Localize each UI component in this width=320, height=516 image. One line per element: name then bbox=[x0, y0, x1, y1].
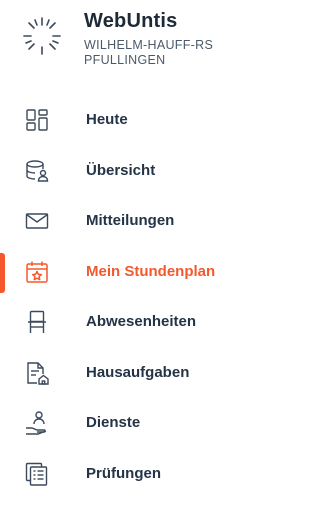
nav-item-pruefungen[interactable]: Prüfungen bbox=[0, 449, 300, 500]
nav-item-label: Prüfungen bbox=[86, 464, 161, 482]
school-name-line-1: WILHELM-HAUFF-RS bbox=[84, 38, 214, 52]
document-home-icon bbox=[24, 360, 50, 386]
app-header: WebUntis WILHELM-HAUFF-RS PFULLINGEN bbox=[0, 0, 300, 90]
nav-item-label: Abwesenheiten bbox=[86, 313, 197, 330]
app-title: WebUntis bbox=[84, 10, 178, 32]
exam-documents-icon bbox=[24, 461, 50, 487]
nav-item-dienste[interactable]: Dienste bbox=[0, 398, 300, 449]
active-indicator bbox=[0, 252, 5, 293]
grid-icon bbox=[24, 107, 50, 133]
nav-item-mein-stundenplan[interactable]: Mein Stundenplan bbox=[0, 247, 300, 298]
nav-item-label: Hausaufgaben bbox=[86, 363, 190, 381]
nav-item-mitteilungen[interactable]: Mitteilungen bbox=[0, 196, 300, 247]
nav-item-uebersicht[interactable]: Übersicht bbox=[0, 146, 300, 197]
sidebar-nav: Heute Übersicht Mitteilungen Mein Stunde… bbox=[0, 95, 300, 499]
envelope-icon bbox=[24, 208, 50, 234]
nav-item-label: Heute bbox=[86, 111, 128, 128]
webuntis-logo-icon bbox=[18, 12, 66, 60]
nav-item-abwesenheiten[interactable]: Abwesenheiten bbox=[0, 297, 300, 348]
school-name-line-2: PFULLINGEN bbox=[84, 53, 166, 67]
nav-item-label: Mein Stundenplan bbox=[86, 262, 216, 280]
nav-item-heute[interactable]: Heute bbox=[0, 95, 300, 146]
database-user-icon bbox=[24, 158, 50, 184]
person-hand-icon bbox=[24, 410, 50, 436]
chair-icon bbox=[24, 309, 50, 335]
calendar-star-icon bbox=[24, 259, 50, 285]
nav-item-hausaufgaben[interactable]: Hausaufgaben bbox=[0, 348, 300, 399]
nav-item-label: Dienste bbox=[86, 414, 141, 431]
nav-item-label: Mitteilungen bbox=[86, 212, 175, 229]
nav-item-label: Übersicht bbox=[86, 161, 156, 179]
